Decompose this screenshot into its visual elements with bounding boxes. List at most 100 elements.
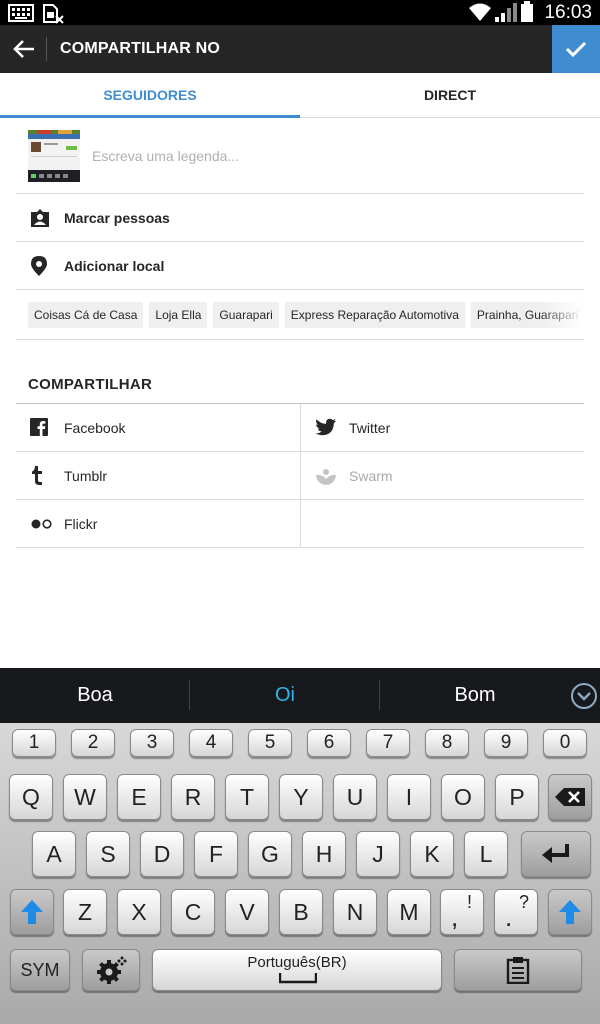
chips-fade — [540, 302, 584, 328]
key[interactable]: Q — [9, 774, 53, 820]
key-label: . — [505, 902, 513, 932]
share-services-grid: Facebook Twitter Tumblr Swarm Flickr — [16, 403, 584, 548]
share-service-label: Swarm — [349, 468, 393, 484]
key[interactable]: 6 — [307, 729, 351, 757]
key[interactable]: 8 — [425, 729, 469, 757]
key[interactable]: T — [225, 774, 269, 820]
tag-person-icon — [31, 209, 49, 227]
key[interactable]: 9 — [484, 729, 528, 757]
key[interactable]: 4 — [189, 729, 233, 757]
period-key[interactable]: . ? — [494, 889, 538, 935]
key[interactable]: J — [356, 831, 400, 877]
backspace-icon — [555, 788, 585, 806]
clock: 16:03 — [544, 2, 592, 23]
sim-card-icon — [43, 4, 64, 24]
swarm-icon — [316, 469, 336, 485]
wifi-icon — [469, 3, 491, 21]
chips-divider — [16, 339, 584, 340]
key[interactable]: Z — [63, 889, 107, 935]
caption-input[interactable]: Escreva uma legenda... — [92, 148, 239, 164]
share-service-label: Facebook — [64, 420, 126, 436]
key[interactable]: 2 — [71, 729, 115, 757]
share-empty-cell — [300, 500, 584, 548]
key[interactable]: F — [194, 831, 238, 877]
key[interactable]: 3 — [130, 729, 174, 757]
key[interactable]: G — [248, 831, 292, 877]
key[interactable]: H — [302, 831, 346, 877]
share-service-label: Tumblr — [64, 468, 108, 484]
share-service-label: Flickr — [64, 516, 98, 532]
key[interactable]: 1 — [12, 729, 56, 757]
share-flickr[interactable]: Flickr — [16, 500, 300, 548]
settings-key[interactable] — [82, 949, 140, 991]
tab-direct[interactable]: DIRECT — [300, 73, 600, 118]
clipboard-key[interactable] — [454, 949, 582, 991]
key[interactable]: D — [140, 831, 184, 877]
key[interactable]: X — [117, 889, 161, 935]
location-suggestions: Coisas Cá de Casa Loja Ella Guarapari Expre… — [28, 302, 584, 328]
key[interactable]: B — [279, 889, 323, 935]
key[interactable]: P — [495, 774, 539, 820]
share-tabs: SEGUIDORES DIRECT — [0, 73, 600, 118]
tab-seguidores[interactable]: SEGUIDORES — [0, 73, 300, 118]
share-facebook[interactable]: Facebook — [16, 404, 300, 452]
key[interactable]: E — [117, 774, 161, 820]
suggestion-word-highlighted[interactable]: Oi — [190, 668, 380, 723]
key[interactable]: 7 — [366, 729, 410, 757]
share-twitter[interactable]: Twitter — [300, 404, 584, 452]
back-button[interactable] — [6, 25, 42, 73]
location-chip[interactable]: Coisas Cá de Casa — [28, 302, 144, 328]
enter-key[interactable] — [521, 831, 591, 877]
shift-key-right[interactable] — [548, 889, 592, 935]
key[interactable]: U — [333, 774, 377, 820]
caption-row: Escreva uma legenda... — [16, 118, 584, 194]
key[interactable]: Y — [279, 774, 323, 820]
key[interactable]: N — [333, 889, 377, 935]
keyboard-icon — [8, 4, 34, 22]
share-tumblr[interactable]: Tumblr — [16, 452, 300, 500]
add-location-row[interactable]: Adicionar local — [16, 242, 584, 290]
location-chip[interactable]: Express Reparação Automotiva — [284, 302, 465, 328]
share-swarm: Swarm — [300, 452, 584, 500]
location-chip[interactable]: Loja Ella — [149, 302, 208, 328]
key[interactable]: A — [32, 831, 76, 877]
key[interactable]: I — [387, 774, 431, 820]
tag-people-row[interactable]: Marcar pessoas — [16, 194, 584, 242]
location-pin-icon — [31, 256, 47, 276]
space-bar-icon — [279, 973, 317, 984]
key[interactable]: 5 — [248, 729, 292, 757]
location-chip[interactable]: Guarapari — [213, 302, 279, 328]
key[interactable]: R — [171, 774, 215, 820]
key[interactable]: S — [86, 831, 130, 877]
key[interactable]: M — [387, 889, 431, 935]
shift-key[interactable] — [10, 889, 54, 935]
key[interactable]: L — [464, 831, 508, 877]
add-location-label: Adicionar local — [64, 258, 165, 274]
comma-key[interactable]: , ! — [440, 889, 484, 935]
status-bar: 16:03 — [0, 0, 600, 25]
twitter-icon — [315, 418, 336, 436]
confirm-button[interactable] — [552, 25, 600, 73]
key[interactable]: O — [441, 774, 485, 820]
tag-people-label: Marcar pessoas — [64, 210, 170, 226]
gear-icon — [97, 956, 127, 984]
suggestion-word[interactable]: Boa — [0, 668, 190, 723]
facebook-icon — [30, 418, 48, 436]
key[interactable]: V — [225, 889, 269, 935]
key[interactable]: C — [171, 889, 215, 935]
sym-key[interactable]: SYM — [10, 949, 70, 991]
space-key[interactable]: Português(BR) — [152, 949, 442, 991]
key[interactable]: W — [63, 774, 107, 820]
key[interactable]: 0 — [543, 729, 587, 757]
key[interactable]: K — [410, 831, 454, 877]
suggestion-word[interactable]: Bom — [380, 668, 570, 723]
backspace-key[interactable] — [548, 774, 592, 820]
shift-arrow-icon — [21, 900, 43, 924]
key-alt-label: ! — [467, 892, 473, 912]
photo-thumbnail — [28, 130, 80, 182]
share-section-title: COMPARTILHAR — [28, 376, 153, 393]
flickr-icon — [31, 519, 52, 529]
expand-suggestions-icon[interactable] — [570, 682, 598, 710]
key-alt-label: ? — [519, 892, 530, 912]
signal-icon — [495, 3, 517, 22]
